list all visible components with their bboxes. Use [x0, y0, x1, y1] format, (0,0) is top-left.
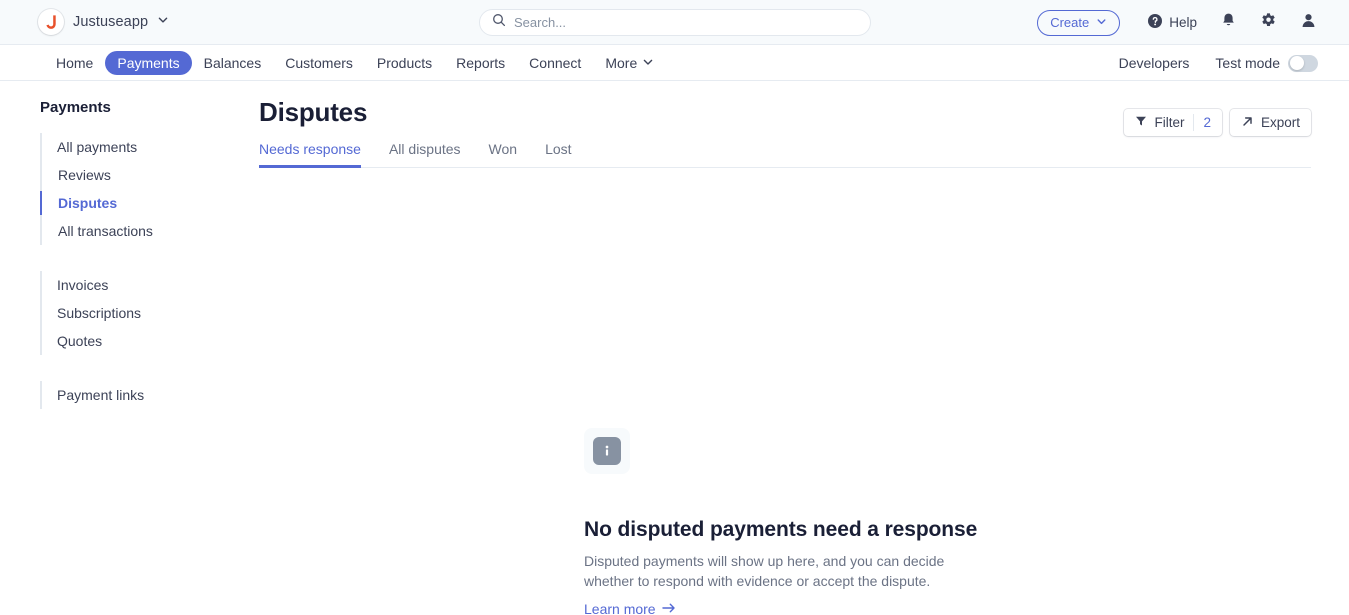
nav-item-connect[interactable]: Connect — [517, 51, 593, 75]
test-mode-label: Test mode — [1215, 55, 1280, 71]
sidebar-item-invoices[interactable]: Invoices — [0, 271, 259, 299]
search-input[interactable]: Search... — [514, 15, 566, 30]
main-navigation: Home Payments Balances Customers Product… — [0, 45, 1349, 81]
help-label: Help — [1169, 15, 1197, 30]
test-mode-toggle[interactable] — [1288, 54, 1318, 72]
bell-icon — [1220, 12, 1237, 34]
nav-item-balances[interactable]: Balances — [192, 51, 274, 75]
sidebar-item-all-transactions[interactable]: All transactions — [0, 217, 259, 245]
export-button[interactable]: Export — [1229, 109, 1311, 136]
main-content: Disputes Filter 2 Export Needs response … — [259, 81, 1349, 615]
sidebar-item-disputes[interactable]: Disputes — [0, 189, 259, 217]
tab-won[interactable]: Won — [475, 141, 532, 167]
export-button-label: Export — [1260, 115, 1300, 130]
sidebar-group-links: Payment links — [0, 381, 259, 409]
filter-button-label: Filter — [1154, 115, 1185, 130]
filter-count-badge: 2 — [1203, 115, 1211, 130]
sidebar-item-reviews[interactable]: Reviews — [0, 161, 259, 189]
sidebar-group-billing: Invoices Subscriptions Quotes — [0, 271, 259, 355]
developers-link[interactable]: Developers — [1119, 55, 1190, 71]
gear-icon — [1260, 12, 1277, 34]
funnel-icon — [1135, 115, 1147, 130]
test-mode-control[interactable]: Test mode — [1215, 54, 1318, 72]
create-button[interactable]: Create — [1037, 9, 1121, 36]
tab-needs-response[interactable]: Needs response — [259, 141, 375, 168]
nav-item-customers[interactable]: Customers — [273, 51, 365, 75]
user-icon — [1300, 12, 1317, 34]
learn-more-label: Learn more — [584, 601, 656, 615]
settings-button[interactable] — [1260, 12, 1277, 34]
nav-item-more[interactable]: More — [593, 51, 666, 75]
nav-items: Home Payments Balances Customers Product… — [44, 50, 666, 75]
chevron-down-icon — [1096, 15, 1107, 30]
sidebar: Payments All payments Reviews Disputes A… — [0, 81, 259, 409]
info-icon — [593, 437, 621, 465]
filter-button[interactable]: Filter 2 — [1124, 109, 1222, 136]
account-switcher[interactable]: Justuseapp — [38, 9, 169, 35]
page-body: Payments All payments Reviews Disputes A… — [0, 81, 1349, 615]
sidebar-group-payments: All payments Reviews Disputes All transa… — [0, 133, 259, 245]
create-button-label: Create — [1050, 15, 1090, 30]
help-circle-icon — [1147, 13, 1163, 32]
empty-state-description: Disputed payments will show up here, and… — [584, 553, 945, 589]
nav-item-home[interactable]: Home — [44, 51, 105, 75]
sidebar-item-payment-links[interactable]: Payment links — [0, 381, 259, 409]
search-box[interactable]: Search... — [479, 9, 871, 36]
top-bar-actions: Create Help — [1037, 0, 1317, 45]
nav-right: Developers Test mode — [1119, 45, 1318, 81]
learn-more-link[interactable]: Learn more — [584, 601, 676, 615]
help-button[interactable]: Help — [1147, 13, 1197, 32]
sidebar-item-subscriptions[interactable]: Subscriptions — [0, 299, 259, 327]
toggle-knob — [1289, 56, 1304, 70]
empty-state-icon-container — [584, 428, 630, 474]
page-header-actions: Filter 2 Export — [1124, 109, 1311, 136]
arrow-up-right-icon — [1241, 115, 1254, 131]
brand-logo-icon — [38, 9, 64, 35]
chevron-down-icon — [157, 13, 169, 31]
arrow-right-icon — [661, 601, 676, 615]
tab-lost[interactable]: Lost — [531, 141, 585, 167]
empty-state: No disputed payments need a response Dis… — [584, 428, 1064, 615]
notifications-button[interactable] — [1220, 12, 1237, 34]
sidebar-item-all-payments[interactable]: All payments — [0, 133, 259, 161]
disputes-tabs: Needs response All disputes Won Lost — [259, 141, 1311, 168]
page-title: Disputes — [259, 97, 368, 127]
nav-item-payments[interactable]: Payments — [105, 50, 192, 75]
tab-all-disputes[interactable]: All disputes — [375, 141, 475, 167]
sidebar-title: Payments — [40, 99, 111, 116]
sidebar-item-quotes[interactable]: Quotes — [0, 327, 259, 355]
account-button[interactable] — [1300, 12, 1317, 34]
nav-item-products[interactable]: Products — [365, 51, 444, 75]
nav-item-more-label: More — [605, 54, 638, 71]
empty-state-title: No disputed payments need a response — [584, 518, 978, 541]
chevron-down-icon — [642, 55, 654, 71]
filter-divider — [1193, 114, 1195, 131]
brand-name: Justuseapp — [73, 14, 149, 30]
nav-item-reports[interactable]: Reports — [444, 51, 517, 75]
search-icon — [492, 13, 506, 32]
top-bar: Justuseapp Search... Create Help — [0, 0, 1349, 45]
search-bar[interactable]: Search... — [479, 9, 871, 36]
